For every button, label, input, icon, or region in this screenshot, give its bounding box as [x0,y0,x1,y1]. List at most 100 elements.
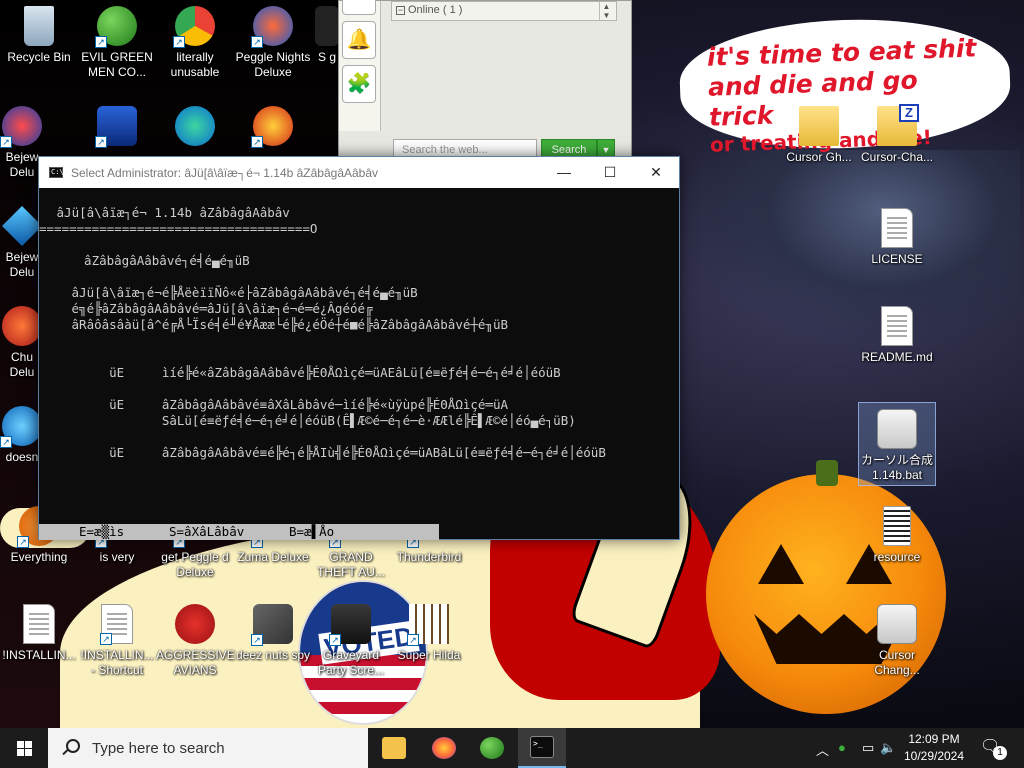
desktop-icon-label: !INSTALLIN... [2,648,76,662]
desktop-icon-label: !INSTALLIN... - Shortcut [80,648,154,677]
desktop-icon-aggressive-avians[interactable]: AGGRESSIVE AVIANS [156,604,235,678]
desktop-icon-label: カーソル合成 1.14b.bat [860,453,933,482]
console-line: âJü[â\âïæ┐é¬ 1.14b âZâbâgâAâbâv [49,205,290,220]
desktop-icon-super-hilda[interactable]: ↗ Super Hilda [390,604,468,663]
console-title-bar[interactable]: C:\ Select Administrator: âJü[â\âïæ┐é¬ 1… [39,157,679,188]
close-button[interactable]: ✕ [633,157,679,188]
maximize-button[interactable]: ☐ [587,157,633,188]
contact-group-online[interactable]: − Online ( 1 ) ▲ ▼ [391,1,617,21]
firefox-icon [432,737,456,759]
desktop-icon-cursor-changer[interactable]: Cursor Chang... [858,604,936,678]
desktop-icon-resource[interactable]: resource [858,506,936,565]
desktop-icon-label: Cursor-Cha... [860,150,934,164]
taskbar-search-placeholder: Type here to search [92,739,225,757]
pumpkin-stem [816,460,838,486]
desktop-icon-evil-green-men[interactable]: ↗ EVIL GREEN MEN CO... [78,6,156,80]
blue-gem-icon [2,206,42,246]
edge-icon: ↗ [0,406,42,448]
desktop-icon-label: Zuma Deluxe [237,550,309,564]
messenger-buddy-icon [480,737,504,759]
start-button[interactable] [0,728,48,768]
console-line: üE âZâbâgâAâbâvé≡âXâLâbâvé─ìíé╠é«ùÿùpé╠É… [64,397,509,412]
minimize-button[interactable]: — [541,157,587,188]
taskbar-command-prompt[interactable]: >_ [518,728,566,768]
desktop-icon-cursor-gh[interactable]: Cursor Gh... [780,106,858,165]
blank-document-icon [881,306,913,346]
taskbar-search-box[interactable]: Type here to search [48,728,368,768]
clock-date: 10/29/2024 [903,749,965,763]
taskbar: Type here to search >_ ︿ ● ▭ 🔈 12:09 PM … [0,728,1024,768]
angry-bird-icon [175,604,215,644]
notification-center-button[interactable]: 🗨 1 [980,736,1008,760]
taskbar-messenger[interactable] [468,728,516,768]
puzzle-icon[interactable]: 🧩 [342,65,376,103]
messenger-sidebar: 🔔 🧩 [339,0,381,131]
desktop-icon-peggle-nights[interactable]: ↗ Peggle Nights Deluxe [234,6,312,80]
notification-badge: 1 [993,746,1007,760]
desktop-icon-installing-shortcut[interactable]: ↗ !INSTALLIN... - Shortcut [78,604,156,678]
batch-file-gear-icon [877,409,917,449]
console-line: üE âZâbâgâAâbâvé≡é╠é┐é╠ÅIù╣é╠ÉΘÅΩìçé═üAB… [64,445,606,460]
bejeweled-icon: ↗ [0,106,42,148]
desktop-icon-deez-nuts-spy[interactable]: ↗ deez nuts spy [234,604,312,663]
collapse-icon[interactable]: − [396,6,405,15]
desktop-icon-mpl[interactable]: ↗ [78,106,156,150]
system-clock[interactable]: 12:09 PM 10/29/2024 [898,731,970,765]
online-group-label: Online ( 1 ) [408,4,463,16]
folder-icon [799,106,839,146]
desktop-icon-label: AGGRESSIVE AVIANS [156,648,235,677]
network-icon[interactable]: ▭ [862,740,874,756]
console-window[interactable]: C:\ Select Administrator: âJü[â\âïæ┐é¬ 1… [38,156,680,540]
desktop-icon-readme[interactable]: README.md [858,306,936,365]
desktop-icon-label: literally unusable [170,50,220,79]
desktop-icon-bat-selected[interactable]: カーソル合成 1.14b.bat [858,402,936,486]
messenger-window[interactable]: 🔔 🧩 − Online ( 1 ) ▲ ▼ Search the web... S… [338,0,632,162]
desktop-icon-label: README.md [861,350,933,364]
taskbar-firefox[interactable] [420,728,468,768]
console-output[interactable]: âJü[â\âïæ┐é¬ 1.14b âZâbâgâAâbâv ========… [39,188,679,540]
tray-overflow-chevron-icon[interactable]: ︿ [816,740,829,759]
desktop-icon-label: Graveyard Party Scre... [317,648,385,677]
desktop-icon-label: Peggle Nights Deluxe [235,50,311,79]
desktop-icon-cursor-cha-zip[interactable]: Z Cursor-Cha... [858,104,936,165]
console-title: Select Administrator: âJü[â\âïæ┐é¬ 1.14b… [71,165,379,180]
desktop-icon-label: LICENSE [871,252,923,266]
chuzzle-icon [2,306,42,346]
bell-icon[interactable]: 🔔 [342,21,376,59]
desktop-icon-label: Recycle Bin [7,50,71,64]
desktop-icon-edge[interactable] [156,106,234,150]
status-b-key: B=æ▌Åo [289,524,335,539]
console-line: âRâôâsâàü[â^é╔Å└Ïsé╡é╜é¥Åææ└é╠é¿éÖé┼é■é╠… [64,317,509,332]
app-icon [315,6,339,46]
peggle-icon: ↗ [251,106,293,148]
desktop-icon-label: deez nuts spy [235,648,311,662]
desktop-icon-installing[interactable]: !INSTALLIN... [0,604,78,663]
green-men-icon: ↗ [95,6,137,48]
graveyard-icon: ↗ [329,604,371,646]
blank-document-icon [881,208,913,248]
pixel-character-icon: ↗ [407,604,449,646]
scroll-arrows-icon[interactable]: ▲ ▼ [599,2,613,20]
desktop-icon-label: Thunderbird [396,550,462,564]
status-s-key: S=âXâLâbâv [169,524,245,539]
desktop-icon-label: resource [873,550,921,564]
console-line: üE ìíé╠é«âZâbâgâAâbâvé╠ÉΘÅΩìçé═üAEâLü[é≡… [64,365,561,380]
desktop-icon-label: Cursor Gh... [786,150,852,164]
desktop-icon-label: Cursor Chang... [874,648,920,677]
window-stack-icon: ↗ [251,604,293,646]
console-line: ====================================O [39,221,318,236]
desktop-icon-license[interactable]: LICENSE [858,208,936,267]
volume-icon[interactable]: 🔈 [880,740,896,756]
tray-messenger-icon[interactable]: ● [838,740,846,755]
clock-time: 12:09 PM [908,732,960,746]
desktop-icon-recycle-bin[interactable]: Recycle Bin [0,6,78,65]
desktop-icon-peggle[interactable]: ↗ [234,106,312,150]
console-line: âZâbâgâAâbâvé┐é╡é▄é╖üB [69,253,250,268]
taskbar-file-explorer[interactable] [370,728,418,768]
desktop-icon-literally-unusable[interactable]: ↗ literally unusable [156,6,234,80]
archive-icon [883,506,911,546]
desktop-icon-graveyard-party[interactable]: ↗ Graveyard Party Scre... [312,604,390,678]
desktop-icon-label: EVIL GREEN MEN CO... [81,50,153,79]
sidebar-button[interactable] [342,0,376,15]
folder-icon [382,737,406,759]
